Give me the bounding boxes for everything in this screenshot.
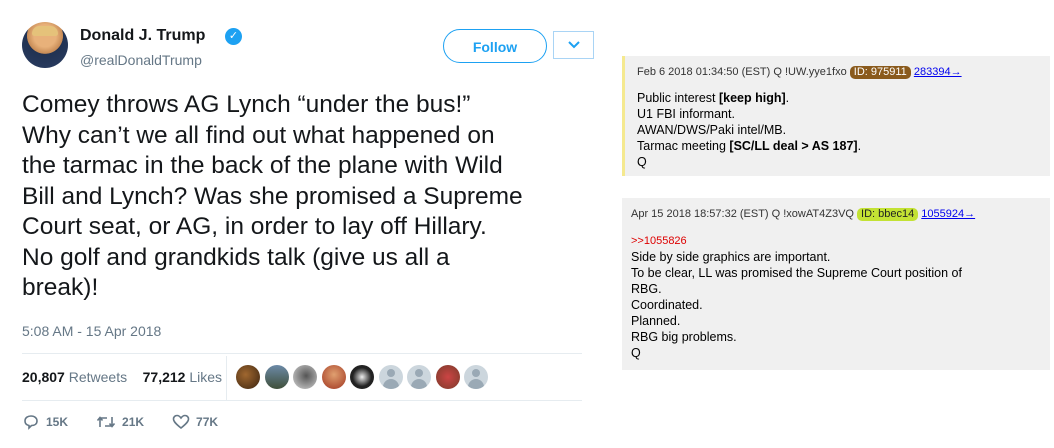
reply-icon xyxy=(24,415,38,430)
chevron-down-icon xyxy=(567,41,580,49)
like-button[interactable]: 77K xyxy=(172,414,218,430)
qpost-line: RBG. xyxy=(631,282,662,296)
qpost-meta: Apr 15 2018 18:57:32 (EST) Q !xowAT4Z3VQ xyxy=(631,208,854,220)
liker-avatar[interactable] xyxy=(236,365,260,389)
qpost-line: To be clear, LL was promised the Supreme… xyxy=(631,266,962,280)
tweet-text-line: Bill and Lynch? Was she promised a Supre… xyxy=(22,182,523,210)
liker-avatar[interactable] xyxy=(264,365,289,389)
tweet-text-line: No golf and grandkids talk (give us all … xyxy=(22,243,450,271)
tweet-timestamp[interactable]: 5:08 AM - 15 Apr 2018 xyxy=(22,323,161,339)
follow-button[interactable]: Follow xyxy=(443,29,547,63)
likes-count: 77,212 xyxy=(142,369,186,385)
liker-avatars xyxy=(236,365,493,389)
qpost-line: Q xyxy=(637,155,647,169)
tweet-card: Donald J. Trump ✓ @realDonaldTrump Follo… xyxy=(0,0,600,448)
qpost-meta: Feb 6 2018 01:34:50 (EST) Q !UW.yye1fxo xyxy=(637,66,847,78)
qpost-line: Tarmac meeting [SC/LL deal > AS 187]. xyxy=(637,139,862,153)
qpost-line: AWAN/DWS/Paki intel/MB. xyxy=(637,123,787,137)
qpost-line: U1 FBI informant. xyxy=(637,107,735,121)
stats-separator xyxy=(226,356,227,400)
liker-avatar[interactable] xyxy=(464,365,488,389)
reply-count: 15K xyxy=(46,415,69,429)
liker-avatar[interactable] xyxy=(321,365,346,389)
poster-id-badge[interactable]: ID: bbec14 xyxy=(857,208,919,221)
qpost-2: Apr 15 2018 18:57:32 (EST) Q !xowAT4Z3VQ… xyxy=(622,198,1050,370)
liker-avatar[interactable] xyxy=(293,365,317,389)
more-options-button[interactable] xyxy=(553,31,594,59)
liker-avatar[interactable] xyxy=(350,365,374,389)
qpost-line: Q xyxy=(631,346,641,360)
liker-avatar[interactable] xyxy=(407,365,431,389)
tweet-text-line: Comey throws AG Lynch “under the bus!” xyxy=(22,91,471,118)
heart-icon xyxy=(172,414,190,430)
qpost-header: Apr 15 2018 18:57:32 (EST) Q !xowAT4Z3VQ… xyxy=(631,208,975,221)
display-name[interactable]: Donald J. Trump xyxy=(80,27,205,45)
reply-button[interactable]: 15K xyxy=(22,414,68,430)
retweet-icon xyxy=(96,416,116,428)
retweets-stat[interactable]: 20,807 Retweets xyxy=(22,369,127,385)
qpost-body: >>1055826 Side by side graphics are impo… xyxy=(631,233,962,361)
qpost-line: Side by side graphics are important. xyxy=(631,250,831,264)
post-number-link[interactable]: 283394→ xyxy=(914,66,962,78)
post-number-link[interactable]: 1055924→ xyxy=(921,208,975,220)
tweet-text-line: the tarmac in the back of the plane with… xyxy=(22,152,503,179)
retweets-count: 20,807 xyxy=(22,369,65,385)
liker-avatar[interactable] xyxy=(378,365,403,389)
likes-stat[interactable]: 77,212 Likes xyxy=(143,369,222,385)
qpost-1: Feb 6 2018 01:34:50 (EST) Q !UW.yye1fxo … xyxy=(622,56,1050,176)
divider xyxy=(22,353,582,354)
qpost-header: Feb 6 2018 01:34:50 (EST) Q !UW.yye1fxo … xyxy=(637,66,962,79)
likes-label: Likes xyxy=(189,369,223,385)
retweets-label: Retweets xyxy=(68,369,128,385)
like-count: 77K xyxy=(196,415,219,429)
qpost-line: Planned. xyxy=(631,314,681,328)
retweet-button[interactable]: 21K xyxy=(96,414,144,430)
user-handle[interactable]: @realDonaldTrump xyxy=(80,52,202,68)
tweet-actions: 15K 21K 77K xyxy=(22,414,246,430)
liker-avatar[interactable] xyxy=(435,365,460,389)
qpost-line: Public interest [keep high]. xyxy=(637,91,790,105)
qpost-line: Coordinated. xyxy=(631,298,703,312)
verified-badge-icon: ✓ xyxy=(225,28,242,45)
tweet-text: Comey throws AG Lynch “under the bus!” W… xyxy=(22,90,597,304)
tweet-text-line: Court seat, or AG, in order to lay off H… xyxy=(22,213,487,240)
profile-avatar[interactable] xyxy=(22,22,68,68)
tweet-text-line: break)! xyxy=(22,274,99,301)
qpost-body: Public interest [keep high]. U1 FBI info… xyxy=(637,90,861,170)
tweet-stats: 20,807 Retweets 77,212 Likes xyxy=(22,369,222,385)
retweet-count: 21K xyxy=(122,415,145,429)
tweet-text-line: Why can’t we all find out what happened … xyxy=(22,121,495,149)
reply-reference-link[interactable]: >>1055826 xyxy=(631,233,962,249)
qpost-line: RBG big problems. xyxy=(631,330,737,344)
poster-id-badge[interactable]: ID: 975911 xyxy=(849,66,911,79)
divider xyxy=(22,400,582,401)
